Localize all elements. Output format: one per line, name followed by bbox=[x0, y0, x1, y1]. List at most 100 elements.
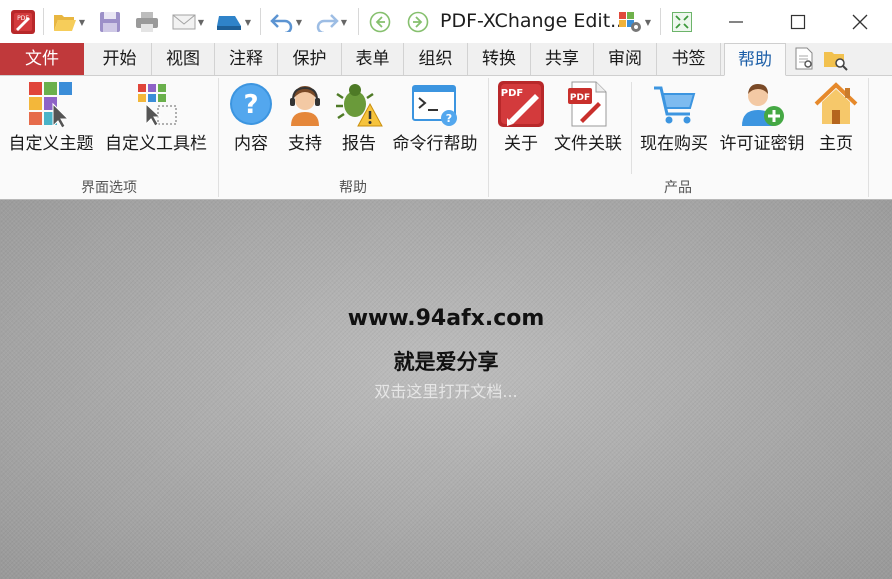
help-contents-label: 内容 bbox=[234, 134, 268, 154]
chevron-down-icon[interactable]: ▼ bbox=[645, 18, 651, 27]
chevron-down-icon[interactable]: ▼ bbox=[341, 18, 347, 27]
report-bug-button[interactable]: 报告 bbox=[334, 80, 384, 154]
home-icon bbox=[812, 80, 860, 128]
title-bar: PDF ▼ ▼ ▼ ▼ ▼ PDF-XChange Edit.. ▼ bbox=[0, 0, 892, 43]
ribbon-tab-bar: 文件 开始 视图 注释 保护 表单 组织 转换 共享 审阅 书签 帮助 bbox=[0, 43, 892, 76]
print-button[interactable] bbox=[132, 8, 162, 36]
custom-toolbar-label: 自定义工具栏 bbox=[105, 134, 207, 154]
scanner-icon bbox=[216, 16, 241, 30]
theme-tiles-icon bbox=[27, 80, 75, 129]
toolbar-customize-icon bbox=[132, 80, 180, 128]
tab-comment[interactable]: 注释 bbox=[215, 43, 278, 75]
app-icon[interactable]: PDF bbox=[8, 8, 38, 36]
chevron-down-icon[interactable]: ▼ bbox=[245, 18, 251, 27]
tab-convert[interactable]: 转换 bbox=[468, 43, 531, 75]
redo-icon bbox=[316, 14, 339, 32]
buy-now-button[interactable]: 现在购买 bbox=[636, 80, 712, 154]
document-search-icon bbox=[795, 47, 813, 70]
bug-warning-icon bbox=[335, 80, 383, 128]
custom-theme-label: 自定义主题 bbox=[8, 134, 94, 154]
theme-gear-icon bbox=[618, 12, 641, 32]
shopping-cart-icon bbox=[650, 80, 698, 128]
svg-text:?: ? bbox=[243, 90, 258, 120]
homepage-label: 主页 bbox=[819, 134, 853, 154]
command-line-help-button[interactable]: ? 命令行帮助 bbox=[388, 80, 482, 154]
chevron-down-icon[interactable]: ▼ bbox=[296, 18, 302, 27]
fullscreen-button[interactable] bbox=[667, 8, 697, 36]
license-key-button[interactable]: 许可证密钥 bbox=[714, 80, 810, 154]
ribbon-panel: 自定义主题 自定义工具栏 界面选项 ? 内容 支持 报告 ? 命令行帮助 帮助 … bbox=[0, 76, 892, 200]
tab-help[interactable]: 帮助 bbox=[724, 43, 786, 76]
tab-share[interactable]: 共享 bbox=[531, 43, 594, 75]
close-button[interactable] bbox=[829, 0, 891, 43]
command-line-help-label: 命令行帮助 bbox=[392, 134, 478, 154]
group-label-products: 产品 bbox=[664, 180, 692, 196]
support-label: 支持 bbox=[288, 134, 322, 154]
save-disk-icon bbox=[100, 12, 120, 32]
divider bbox=[43, 8, 44, 35]
chevron-down-icon[interactable]: ▼ bbox=[79, 18, 85, 27]
support-button[interactable]: 支持 bbox=[280, 80, 330, 154]
divider bbox=[260, 8, 261, 35]
open-document-hint[interactable]: 双击这里打开文档... bbox=[0, 378, 892, 402]
tab-view[interactable]: 视图 bbox=[152, 43, 215, 75]
file-association-label: 文件关联 bbox=[554, 134, 622, 154]
group-label-help: 帮助 bbox=[339, 180, 367, 196]
tab-file[interactable]: 文件 bbox=[0, 43, 84, 75]
file-association-icon: PDF bbox=[564, 80, 612, 128]
email-button[interactable]: ▼ bbox=[168, 8, 208, 36]
svg-text:?: ? bbox=[446, 112, 452, 125]
fullscreen-icon bbox=[672, 12, 692, 32]
svg-text:PDF: PDF bbox=[570, 93, 590, 103]
document-area[interactable]: www.94afx.com 就是爱分享 双击这里打开文档... bbox=[0, 200, 892, 579]
open-folder-button[interactable]: ▼ bbox=[49, 8, 89, 36]
divider bbox=[631, 82, 632, 174]
tab-review[interactable]: 审阅 bbox=[594, 43, 657, 75]
arrow-left-circle-icon bbox=[369, 11, 391, 33]
tab-protect[interactable]: 保护 bbox=[278, 43, 342, 75]
about-label: 关于 bbox=[504, 134, 538, 154]
undo-button[interactable]: ▼ bbox=[266, 8, 306, 36]
folder-open-icon bbox=[53, 15, 76, 31]
support-headset-icon bbox=[281, 80, 329, 128]
help-question-icon: ? bbox=[227, 80, 275, 128]
help-contents-button[interactable]: ? 内容 bbox=[226, 80, 276, 154]
ui-options-button[interactable]: ▼ bbox=[612, 8, 656, 36]
watermark-url: www.94afx.com bbox=[347, 306, 545, 331]
redo-button[interactable]: ▼ bbox=[310, 8, 352, 36]
maximize-button[interactable] bbox=[767, 0, 829, 43]
chevron-down-icon[interactable]: ▼ bbox=[198, 18, 204, 27]
tab-form[interactable]: 表单 bbox=[342, 43, 404, 75]
pdf-logo-icon: PDF bbox=[497, 80, 545, 128]
file-association-button[interactable]: PDF 文件关联 bbox=[548, 80, 628, 154]
forward-button[interactable] bbox=[404, 8, 432, 36]
about-button[interactable]: PDF 关于 bbox=[496, 80, 546, 154]
buy-now-label: 现在购买 bbox=[640, 134, 708, 154]
custom-toolbar-button[interactable]: 自定义工具栏 bbox=[100, 80, 212, 154]
homepage-button[interactable]: 主页 bbox=[812, 80, 860, 154]
report-bug-label: 报告 bbox=[342, 134, 376, 154]
folder-search-button[interactable] bbox=[820, 45, 852, 73]
save-button[interactable] bbox=[95, 8, 125, 36]
maximize-icon bbox=[790, 14, 806, 29]
printer-icon bbox=[136, 12, 158, 32]
tab-bookmarks[interactable]: 书签 bbox=[657, 43, 721, 75]
back-button[interactable] bbox=[366, 8, 394, 36]
window-title: PDF-XChange Edit.. bbox=[440, 10, 623, 32]
close-icon bbox=[852, 14, 868, 29]
minimize-icon bbox=[729, 20, 743, 23]
scan-button[interactable]: ▼ bbox=[211, 8, 255, 36]
tab-home[interactable]: 开始 bbox=[88, 43, 152, 75]
tab-organize[interactable]: 组织 bbox=[404, 43, 468, 75]
svg-text:PDF: PDF bbox=[501, 88, 523, 99]
divider bbox=[868, 78, 869, 197]
document-properties-button[interactable] bbox=[790, 45, 818, 73]
folder-search-icon bbox=[824, 52, 848, 71]
arrow-right-circle-icon bbox=[407, 11, 429, 33]
undo-icon bbox=[270, 14, 293, 32]
license-key-label: 许可证密钥 bbox=[719, 134, 805, 154]
app-icon-text: PDF bbox=[17, 15, 29, 22]
minimize-button[interactable] bbox=[705, 0, 767, 43]
envelope-icon bbox=[172, 14, 196, 30]
custom-theme-button[interactable]: 自定义主题 bbox=[4, 80, 98, 154]
